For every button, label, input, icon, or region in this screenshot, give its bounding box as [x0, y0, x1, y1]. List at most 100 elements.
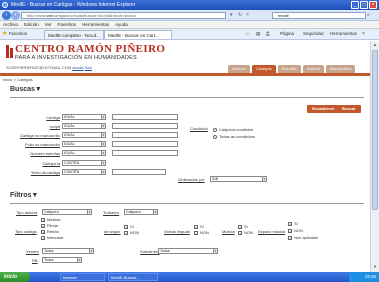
xenero-select[interactable]: Todos ▾ [42, 248, 94, 254]
scroll-up-icon[interactable]: ▲ [372, 42, 378, 48]
help-icon[interactable]: ? [362, 30, 365, 38]
condition-any-radio[interactable] [213, 128, 217, 132]
exit-link[interactable]: Saír [85, 65, 92, 70]
condition-any-label: Calquera condición [219, 127, 254, 132]
nav-autores[interactable]: Autores [228, 65, 250, 73]
back-icon[interactable]: ‹ [2, 11, 11, 20]
maximize-button[interactable]: □ [360, 1, 368, 9]
menu-item-herramientas[interactable]: Herramientas [82, 21, 109, 28]
numero-estrofas-input[interactable] [112, 150, 178, 156]
tab-medie-completo[interactable]: MedIE-completo - Nov.d... [44, 30, 104, 39]
nav-cantigas[interactable]: Cantigas [251, 65, 276, 73]
vertical-scrollbar[interactable]: ▲ ▼ [370, 41, 379, 272]
start-button[interactable]: Inicio [0, 272, 30, 282]
outras-linguas-non-checkbox[interactable]: ✓ [194, 231, 198, 236]
dropdown-icon[interactable]: ▾ [230, 13, 236, 18]
tab-medie-buscar[interactable]: MedIE - Buscar en Cart... [104, 30, 172, 39]
cantiga-operator-select[interactable]: IGUAL ▾ [62, 114, 106, 120]
tipo-autoria-value: Calquera [44, 210, 59, 214]
taskbar-item-internet[interactable]: Internet [60, 273, 105, 281]
tipo-cantiga-label: Tipo cantiga [15, 229, 37, 234]
taskbar-item-medie[interactable]: MedIE-Buscar... [108, 273, 158, 281]
trobador-select[interactable]: Calquera ▾ [124, 209, 158, 215]
collapse-icon[interactable]: ▼ [31, 192, 38, 199]
categoria-operator-select[interactable]: CONTÉN ▾ [62, 160, 106, 166]
fiinda-checkbox[interactable]: ✓ [41, 224, 45, 229]
stop-icon[interactable]: × [246, 13, 252, 18]
search-button[interactable]: Buscar [337, 105, 361, 113]
musica-si-checkbox[interactable]: ✓ [238, 225, 242, 230]
menu-item-favoritos[interactable]: Favoritos [58, 21, 77, 28]
feeds-icon[interactable]: ▤ [256, 30, 260, 38]
de-seguir-si-checkbox[interactable]: ✓ [124, 225, 128, 230]
subxenero-select[interactable]: Todos ▾ [158, 248, 218, 254]
outras-linguas-si-checkbox[interactable]: ✓ [194, 225, 198, 230]
musica-non-checkbox[interactable]: ✓ [238, 231, 242, 236]
taskbar: Inicio Internet MedIE-Buscar... 19:35 [0, 272, 379, 282]
refresh-icon[interactable]: ↻ [238, 13, 244, 18]
command-security[interactable]: Seguridad [303, 30, 324, 38]
scroll-thumb[interactable] [372, 50, 378, 210]
mestria-checkbox[interactable]: ✓ [41, 218, 45, 223]
chevron-down-icon: ▾ [262, 177, 266, 181]
command-page[interactable]: Página [280, 30, 294, 38]
incipit-input[interactable] [112, 123, 178, 129]
refran-checkbox[interactable]: ✓ [41, 230, 45, 235]
cantiga-no-manuscrito-operator-select[interactable]: IGUAL ▾ [62, 132, 106, 138]
minimize-button[interactable]: _ [351, 1, 359, 9]
chevron-down-icon: ▾ [153, 210, 157, 214]
menu-item-ayuda[interactable]: Ayuda [115, 21, 128, 28]
operator-value: CONTÉN [64, 161, 80, 165]
de-seguir-non-label: NON [130, 230, 139, 235]
url-input[interactable]: http://www.cm/cartigas/consulta/buscar?d… [21, 12, 226, 19]
close-button[interactable]: × [369, 1, 377, 9]
espazo-non-aplicable-checkbox[interactable]: ✓ [288, 236, 292, 241]
filtros-title-text: Filtros [10, 192, 32, 199]
search-value: medie [278, 13, 289, 18]
search-input[interactable]: medie [272, 12, 366, 19]
outras-linguas-label: Outras linguas [164, 229, 190, 234]
texto-da-cantiga-operator-select[interactable]: CONTÉN ▾ [62, 169, 106, 175]
reset-button[interactable]: Restablecer [307, 105, 340, 113]
espazo-si-checkbox[interactable]: ✓ [288, 222, 292, 227]
incipit-label: Incipit [49, 124, 60, 129]
condition-all-radio[interactable] [213, 135, 217, 139]
menu-bar: Archivo Edición Ver Favoritos Herramient… [0, 21, 379, 29]
home-icon[interactable]: ⌂ [246, 30, 249, 38]
menu-item-edicion[interactable]: Edición [24, 21, 39, 28]
order-select[interactable]: IDB ▾ [210, 176, 267, 182]
command-tools[interactable]: Herramientas [330, 30, 357, 38]
subxenero-value: Todos [160, 249, 170, 253]
filtros-title: Filtros▼ [10, 192, 38, 199]
forward-icon[interactable]: › [11, 11, 20, 20]
collapse-icon[interactable]: ▼ [35, 86, 42, 93]
refran-label: Refrán [47, 229, 60, 234]
help-link[interactable]: Axuda [72, 65, 83, 70]
search-icon[interactable]: ⌕ [367, 13, 373, 18]
nav-manuscritos[interactable]: Manuscritos [325, 65, 356, 73]
nav-estudios[interactable]: Estudios [277, 65, 301, 73]
folio-no-manuscrito-operator-select[interactable]: IGUAL ▾ [62, 141, 106, 147]
texto-da-cantiga-input[interactable] [112, 169, 166, 175]
favorites-button[interactable]: ★ Favoritos [2, 30, 27, 38]
menu-item-archivo[interactable]: Archivo [3, 21, 18, 28]
folio-no-manuscrito-input[interactable] [112, 141, 178, 147]
tipo-autoria-select[interactable]: Calquera ▾ [42, 209, 92, 215]
numero-estrofas-operator-select[interactable]: IGUAL ▾ [62, 150, 106, 156]
order-value: IDB [212, 177, 218, 181]
print-icon[interactable]: ⎙ [266, 30, 270, 38]
nav-autoria[interactable]: Autoría [302, 65, 324, 73]
intercalar-checkbox[interactable]: ✓ [41, 236, 45, 241]
tab-label: MedIE-completo - Nov.d... [48, 33, 100, 38]
menu-item-ver[interactable]: Ver [45, 21, 52, 28]
de-seguir-non-checkbox[interactable]: ✓ [124, 231, 128, 236]
cantiga-input[interactable] [112, 114, 178, 120]
scroll-down-icon[interactable]: ▼ [372, 264, 378, 270]
cantiga-no-manuscrito-input[interactable] [112, 132, 178, 138]
url-path: /cartigas/consulta/buscar?do=list&mode=b… [51, 13, 136, 18]
incipit-operator-select[interactable]: IGUAL ▾ [62, 123, 106, 129]
main-nav: Autores Cantigas Estudios Autoría Manusc… [228, 65, 356, 73]
chevron-down-icon: ▾ [101, 170, 105, 174]
rb-select[interactable]: Todos ▾ [42, 257, 82, 263]
espazo-non-checkbox[interactable]: ✓ [288, 229, 292, 234]
